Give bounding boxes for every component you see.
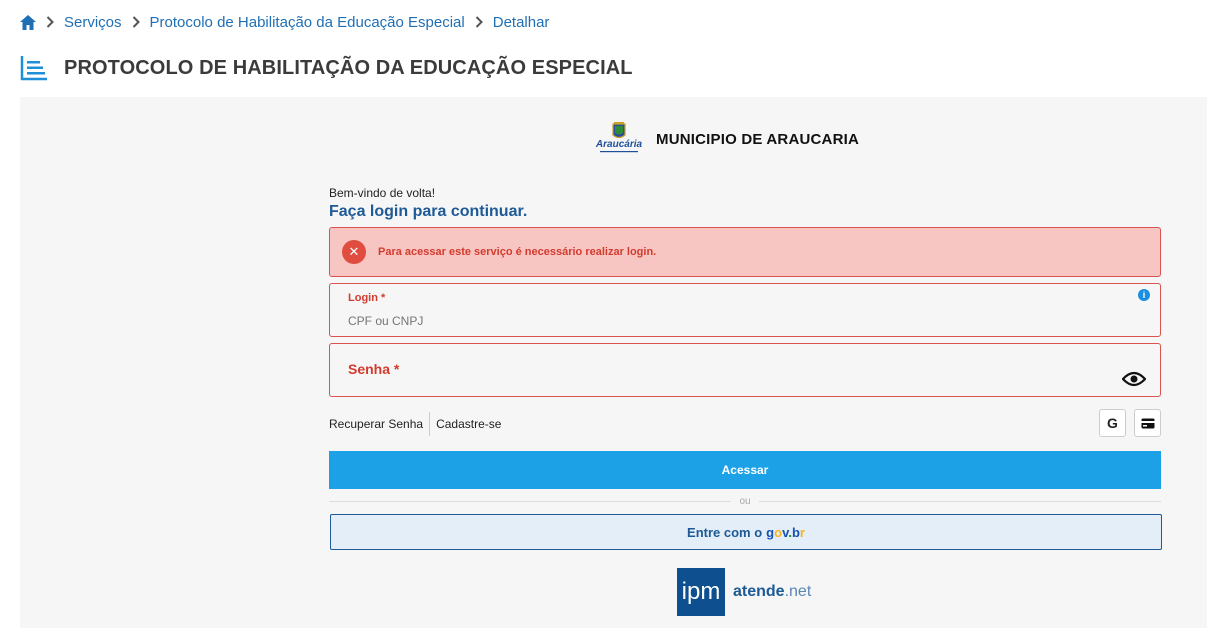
link-divider	[429, 412, 431, 436]
chevron-right-icon	[475, 16, 483, 28]
page-title: PROTOCOLO DE HABILITAÇÃO DA EDUCAÇÃO ESP…	[64, 56, 633, 79]
error-alert: ✕ Para acessar este serviço é necessário…	[329, 227, 1161, 277]
page-header: PROTOCOLO DE HABILITAÇÃO DA EDUCAÇÃO ESP…	[20, 55, 633, 81]
breadcrumb-item-protocolo[interactable]: Protocolo de Habilitação da Educação Esp…	[150, 14, 465, 31]
atende-net-logo: atende.net	[733, 583, 811, 601]
google-icon: G	[1107, 415, 1118, 431]
info-icon[interactable]: i	[1138, 289, 1150, 301]
close-circle-icon: ✕	[342, 240, 366, 264]
separator-line	[758, 500, 1161, 502]
govbr-prefix: Entre com o	[687, 524, 763, 540]
auth-links: Recuperar Senha Cadastre-se	[329, 412, 501, 436]
breadcrumb-item-detalhar[interactable]: Detalhar	[493, 14, 550, 31]
google-login-button[interactable]: G	[1099, 409, 1126, 437]
submit-button[interactable]: Acessar	[329, 451, 1161, 489]
ipm-logo: ipm	[677, 568, 725, 616]
breadcrumb: Serviços Protocolo de Habilitação da Edu…	[20, 12, 549, 32]
org-name: MUNICIPIO DE ARAUCARIA	[656, 130, 860, 148]
govbr-logo: gov.br	[766, 524, 805, 540]
login-title: Faça login para continuar.	[329, 203, 528, 220]
svg-text:Araucária: Araucária	[595, 139, 643, 150]
chevron-right-icon	[132, 16, 140, 28]
alert-message: Para acessar este serviço é necessário r…	[378, 246, 657, 258]
org-header: Araucária MUNICIPIO DE ARAUCARIA	[594, 122, 859, 156]
govbr-login-button[interactable]: Entre com o gov.br	[330, 514, 1162, 550]
or-separator: ou	[329, 494, 1161, 508]
araucaria-logo: Araucária	[594, 122, 644, 156]
brand-suffix: .net	[784, 583, 812, 600]
card-icon	[1141, 418, 1155, 429]
welcome-text: Bem-vindo de volta!	[329, 186, 436, 200]
password-field[interactable]: Senha *	[329, 343, 1161, 397]
login-field[interactable]: Login * i	[329, 283, 1161, 337]
or-label: ou	[739, 495, 751, 507]
chevron-right-icon	[46, 16, 54, 28]
home-icon[interactable]	[20, 14, 36, 30]
eye-icon[interactable]	[1121, 371, 1147, 392]
brand-main: atende	[733, 583, 785, 600]
password-label: Senha *	[348, 361, 400, 377]
certificate-login-button[interactable]	[1134, 409, 1161, 437]
recover-password-link[interactable]: Recuperar Senha	[329, 417, 423, 431]
list-icon	[20, 55, 48, 81]
login-label: Login *	[348, 292, 386, 304]
ipm-atende-logo: ipm atende.net	[677, 568, 811, 616]
register-link[interactable]: Cadastre-se	[436, 417, 501, 431]
login-input[interactable]	[348, 314, 1108, 328]
breadcrumb-item-servicos[interactable]: Serviços	[64, 14, 122, 31]
separator-line	[329, 500, 732, 502]
